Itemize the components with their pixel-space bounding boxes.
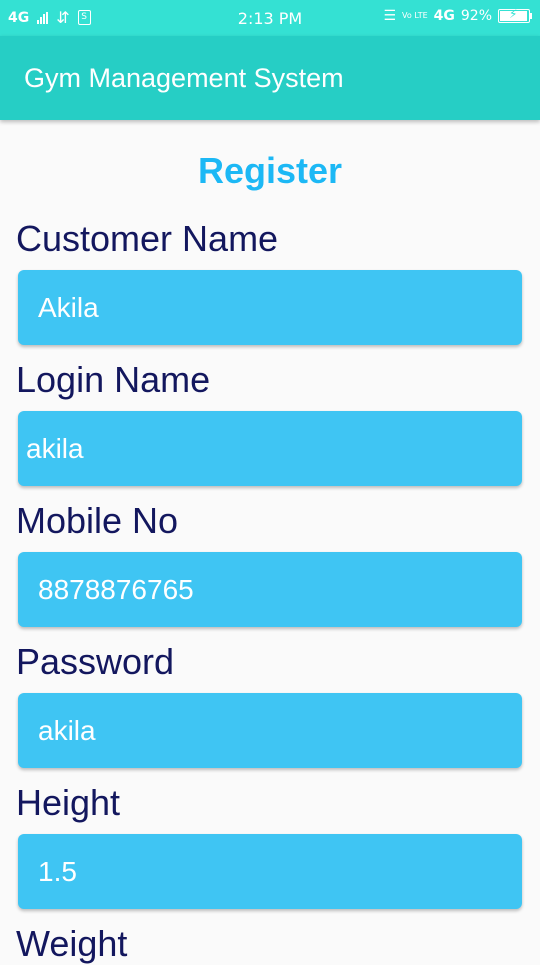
battery-percent: 92% (460, 8, 492, 24)
password-input[interactable]: akila (18, 693, 522, 768)
password-label: Password (16, 641, 175, 682)
app-bar: Gym Management System (0, 36, 540, 120)
customer-name-input[interactable]: Akila (18, 270, 522, 345)
status-bar: 4G ⇵ S 2:13 PM ☰ Vo LTE 4G 92% ⚡ (0, 0, 540, 36)
login-name-label: Login Name (16, 359, 211, 400)
mobile-no-input[interactable]: 8878876765 (18, 552, 522, 627)
weight-label: Weight (16, 923, 128, 964)
status-right: ☰ Vo LTE 4G 92% ⚡ (383, 7, 532, 24)
customer-name-label: Customer Name (16, 218, 279, 259)
height-label: Height (16, 782, 121, 823)
height-input[interactable]: 1.5 (18, 834, 522, 909)
login-name-input[interactable]: akila (18, 411, 522, 486)
volte-indicator: Vo LTE (402, 11, 428, 20)
page-title: Register (197, 150, 343, 191)
mobile-no-label: Mobile No (16, 500, 179, 541)
vibrate-icon: ☰ (383, 8, 397, 24)
network-type-right: 4G (433, 8, 455, 24)
battery-icon: ⚡ (498, 7, 532, 23)
app-title: Gym Management System (24, 63, 344, 93)
